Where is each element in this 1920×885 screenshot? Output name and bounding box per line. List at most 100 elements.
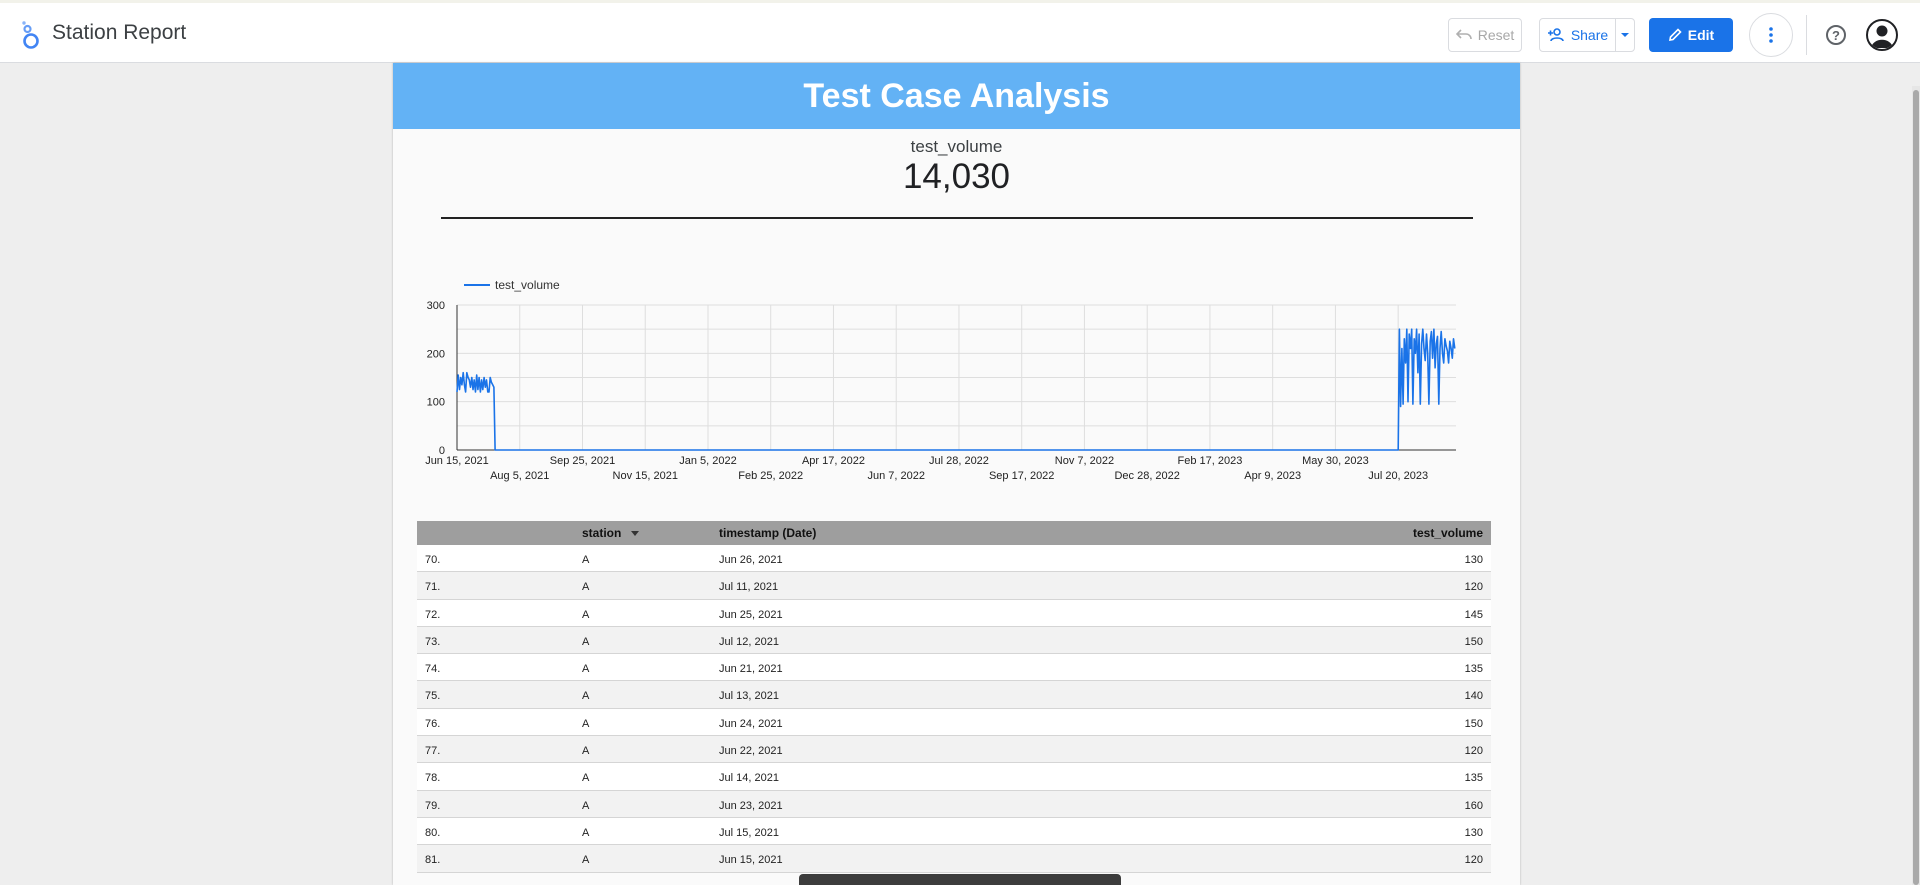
x-tick-label: May 30, 2023 — [1302, 455, 1369, 467]
station-cell: A — [582, 854, 590, 867]
row-index: 75. — [425, 690, 441, 703]
row-index: 70. — [425, 554, 441, 566]
sort-descending-icon — [630, 531, 639, 537]
avatar[interactable] — [1866, 19, 1898, 51]
test-volume-cell: 130 — [1464, 554, 1483, 566]
station-cell: A — [582, 717, 590, 730]
station-cell: A — [582, 690, 590, 703]
share-button[interactable]: Share — [1539, 18, 1616, 52]
timestamp-cell: Jun 24, 2021 — [719, 717, 783, 730]
station-cell: A — [582, 608, 590, 621]
column-header-station[interactable]: station — [582, 526, 639, 540]
x-tick-label: Jun 15, 2021 — [425, 455, 489, 467]
table-row[interactable]: 72. A Jun 25, 2021 145 — [417, 599, 1491, 627]
test-volume-cell: 135 — [1464, 663, 1483, 676]
looker-studio-logo-icon — [22, 21, 39, 49]
timestamp-cell: Jul 14, 2021 — [719, 772, 779, 785]
table-row[interactable]: 76. A Jun 24, 2021 150 — [417, 708, 1491, 737]
row-index: 81. — [425, 854, 441, 867]
share-dropdown-button[interactable] — [1615, 18, 1635, 52]
test-volume-cell: 145 — [1464, 608, 1483, 621]
y-tick-label: 300 — [427, 300, 445, 312]
table-row[interactable]: 78. A Jul 14, 2021 135 — [417, 763, 1491, 791]
row-index: 72. — [425, 608, 441, 621]
station-cell: A — [582, 772, 590, 785]
table-body: 70. A Jun 26, 2021 130 71. A Jul 11, 2021 120 72… — [417, 545, 1491, 873]
station-cell: A — [582, 745, 590, 758]
table-row[interactable]: 74. A Jun 21, 2021 135 — [417, 654, 1491, 682]
app-title: Station Report — [52, 21, 187, 44]
table-row[interactable]: 70. A Jun 26, 2021 130 — [417, 545, 1491, 573]
station-cell: A — [582, 554, 590, 566]
reset-label: Reset — [1477, 27, 1515, 43]
scrollbar-thumb[interactable] — [1913, 90, 1919, 885]
scorecard-value[interactable]: 14,030 — [393, 157, 1520, 197]
data-table[interactable]: station timestamp (Date) test_volume 70.… — [417, 521, 1491, 873]
table-header: station timestamp (Date) test_volume — [417, 521, 1491, 545]
report-canvas: Test Case Analysis test_volume 14,030 te… — [393, 63, 1520, 885]
test-volume-cell: 135 — [1464, 772, 1483, 785]
table-row[interactable]: 80. A Jul 15, 2021 130 — [417, 817, 1491, 846]
table-row[interactable]: 81. A Jun 15, 2021 120 — [417, 845, 1491, 873]
share-label: Share — [1570, 27, 1609, 43]
timestamp-cell: Jun 25, 2021 — [719, 608, 783, 621]
test-volume-cell: 140 — [1464, 690, 1483, 703]
row-index: 79. — [425, 799, 441, 812]
help-icon[interactable]: ? — [1826, 25, 1846, 45]
row-index: 80. — [425, 826, 441, 839]
report-banner: Test Case Analysis — [393, 63, 1520, 129]
undo-icon — [1455, 29, 1472, 40]
report-title: Test Case Analysis — [803, 76, 1110, 115]
x-tick-label: Jul 20, 2023 — [1368, 470, 1428, 482]
test-volume-cell: 160 — [1464, 799, 1483, 812]
test-volume-cell: 120 — [1464, 745, 1483, 758]
edit-button[interactable]: Edit — [1649, 18, 1733, 52]
x-tick-label: Dec 28, 2022 — [1114, 470, 1179, 482]
table-row[interactable]: 79. A Jun 23, 2021 160 — [417, 790, 1491, 818]
timestamp-cell: Jun 22, 2021 — [719, 745, 783, 758]
reset-button[interactable]: Reset — [1448, 18, 1522, 52]
caret-down-icon — [1621, 33, 1629, 37]
timestamp-cell: Jun 21, 2021 — [719, 663, 783, 676]
x-tick-label: Aug 5, 2021 — [490, 470, 549, 482]
x-tick-label: Sep 17, 2022 — [989, 470, 1054, 482]
timestamp-cell: Jul 15, 2021 — [719, 826, 779, 839]
x-tick-label: Jul 28, 2022 — [929, 455, 989, 467]
y-tick-label: 100 — [427, 397, 445, 409]
row-index: 78. — [425, 772, 441, 785]
table-row[interactable]: 77. A Jun 22, 2021 120 — [417, 736, 1491, 764]
station-cell: A — [582, 635, 590, 648]
bottom-toolbar[interactable] — [799, 874, 1121, 885]
timestamp-cell: Jun 23, 2021 — [719, 799, 783, 812]
x-tick-label: Apr 17, 2022 — [802, 455, 865, 467]
column-header-test-volume[interactable]: test_volume — [1413, 526, 1483, 540]
table-row[interactable]: 73. A Jul 12, 2021 150 — [417, 626, 1491, 655]
row-index: 76. — [425, 717, 441, 730]
column-header-timestamp[interactable]: timestamp (Date) — [719, 526, 816, 540]
edit-label: Edit — [1687, 27, 1715, 43]
row-index: 73. — [425, 635, 441, 648]
x-tick-label: Jan 5, 2022 — [679, 455, 737, 467]
more-vertical-icon — [1769, 27, 1773, 43]
row-index: 74. — [425, 663, 441, 676]
test-volume-cell: 150 — [1464, 635, 1483, 648]
x-tick-label: Nov 15, 2021 — [613, 470, 678, 482]
test-volume-cell: 130 — [1464, 826, 1483, 839]
account-icon — [1871, 25, 1893, 48]
test-volume-cell: 150 — [1464, 717, 1483, 730]
table-row[interactable]: 75. A Jul 13, 2021 140 — [417, 681, 1491, 709]
y-tick-label: 200 — [427, 348, 445, 360]
pencil-icon — [1668, 28, 1682, 41]
x-tick-label: Feb 17, 2023 — [1178, 455, 1243, 467]
table-row[interactable]: 71. A Jul 11, 2021 120 — [417, 572, 1491, 600]
station-cell: A — [582, 826, 590, 839]
time-series-chart[interactable]: test_volume0100200300Jun 15, 2021Aug 5, … — [393, 263, 1520, 518]
x-tick-label: Sep 25, 2021 — [550, 455, 615, 467]
series-line-test-volume — [456, 328, 1456, 451]
test-volume-cell: 120 — [1464, 854, 1483, 867]
station-cell: A — [582, 581, 590, 594]
legend-label: test_volume — [495, 278, 560, 292]
scorecard-label: test_volume — [910, 137, 1003, 156]
more-options-button[interactable] — [1749, 13, 1793, 57]
row-index: 77. — [425, 745, 441, 758]
